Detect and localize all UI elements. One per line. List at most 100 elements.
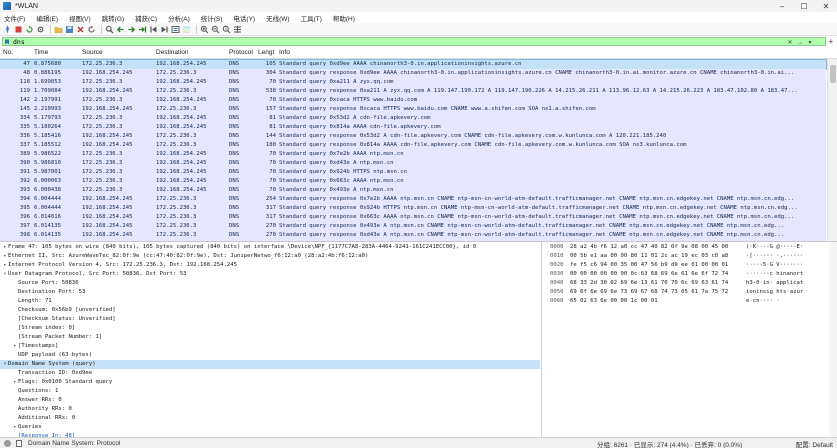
detail-tree-item[interactable]: ▸ Queries bbox=[0, 423, 540, 432]
hex-dump-row[interactable]: 0030 00 00 00 00 00 00 0c 63 68 69 6e 61 … bbox=[543, 270, 837, 279]
detail-tree-item[interactable]: ▾ User Datagram Protocol, Src Port: 50836… bbox=[0, 270, 540, 279]
bytes-scrollbar[interactable] bbox=[829, 242, 837, 437]
last-packet-icon[interactable] bbox=[160, 25, 169, 34]
capture-comment-icon[interactable] bbox=[16, 439, 22, 447]
packet-row[interactable]: 389 5.986522 172.25.236.3 192.168.254.245 DN… bbox=[0, 150, 826, 159]
hex-dump-row[interactable]: 0040 68 33 2d 30 02 69 6e 13 61 70 70 6c … bbox=[543, 279, 837, 288]
detail-tree-item[interactable]: ▾ Domain Name System (query) bbox=[0, 360, 540, 369]
find-packet-icon[interactable] bbox=[105, 25, 114, 34]
packet-row[interactable]: 334 5.179793 172.25.236.3 192.168.254.245 DN… bbox=[0, 114, 826, 123]
packet-row[interactable]: 336 5.185416 192.168.254.245 172.25.236.3 DN… bbox=[0, 132, 826, 141]
zoom-out-icon[interactable] bbox=[211, 25, 220, 34]
menu-capture[interactable]: 捕获(C) bbox=[135, 13, 157, 23]
display-filter-input[interactable]: dns ✕ → ▾ bbox=[2, 37, 826, 46]
column-header-destination[interactable]: Destination bbox=[156, 49, 189, 56]
filter-history-dropdown-icon[interactable]: ▾ bbox=[806, 39, 814, 46]
detail-tree-item[interactable]: ▸ Internet Protocol Version 4, Src: 172.2… bbox=[0, 261, 540, 270]
packet-row[interactable]: 142 2.197991 172.25.236.3 192.168.254.245 DN… bbox=[0, 96, 826, 105]
detail-tree-item[interactable]: Source Port: 50836 bbox=[0, 279, 540, 288]
column-header-time[interactable]: Time bbox=[34, 49, 48, 56]
detail-tree-item[interactable]: [Checksum Status: Unverified] bbox=[0, 315, 540, 324]
zoom-reset-icon[interactable]: 1 bbox=[222, 25, 231, 34]
restart-capture-icon[interactable] bbox=[25, 25, 34, 34]
maximize-button[interactable]: ☐ bbox=[793, 0, 815, 12]
hex-dump-row[interactable]: 0020 fe f5 c6 94 00 35 00 47 56 b9 d9 ee … bbox=[543, 261, 837, 270]
menu-wireless[interactable]: 无线(W) bbox=[266, 13, 289, 23]
column-header-source[interactable]: Source bbox=[82, 49, 103, 56]
detail-tree-item[interactable]: Additional RRs: 0 bbox=[0, 414, 540, 423]
packet-row[interactable]: 48 0.886195 192.168.254.245 172.25.236.3 DNS… bbox=[0, 69, 826, 78]
profile-selector[interactable]: 配置: Default bbox=[796, 439, 833, 448]
add-filter-button[interactable]: + bbox=[827, 37, 835, 46]
detail-tree-item[interactable]: Length: 71 bbox=[0, 297, 540, 306]
packet-list-scrollbar[interactable] bbox=[827, 59, 837, 241]
menu-tools[interactable]: 工具(T) bbox=[301, 13, 322, 23]
packet-row[interactable]: 47 0.875680 172.25.236.3 192.168.254.245 DNS… bbox=[0, 59, 827, 70]
packet-row[interactable]: 398 6.014135 192.168.254.245 172.25.236.3 DN… bbox=[0, 231, 826, 240]
column-header-length[interactable]: Lengt bbox=[258, 49, 274, 56]
detail-tree-item[interactable]: Authority RRs: 0 bbox=[0, 405, 540, 414]
menu-file[interactable]: 文件(F) bbox=[4, 13, 25, 23]
hex-dump-row[interactable]: 0000 28 a2 4b f6 12 a0 cc 47 40 82 0f 9e … bbox=[543, 243, 837, 252]
go-to-packet-icon[interactable] bbox=[138, 25, 147, 34]
apply-filter-icon[interactable]: → bbox=[796, 39, 804, 46]
resize-columns-icon[interactable] bbox=[233, 25, 242, 34]
packet-row[interactable]: 145 2.210993 192.168.254.245 172.25.236.3 DN… bbox=[0, 105, 826, 114]
detail-tree-item[interactable]: Questions: 1 bbox=[0, 387, 540, 396]
start-capture-icon[interactable] bbox=[3, 25, 12, 34]
detail-tree-item[interactable]: [Stream index: 0] bbox=[0, 324, 540, 333]
packet-row[interactable]: 119 1.709084 192.168.254.245 172.25.236.3 DN… bbox=[0, 87, 826, 96]
menu-go[interactable]: 跳转(G) bbox=[102, 13, 124, 23]
hex-dump-row[interactable]: 0060 65 02 63 6e 00 00 1c 00 01 e·cn···· · bbox=[543, 297, 837, 306]
minimize-button[interactable]: – bbox=[771, 0, 793, 12]
menu-help[interactable]: 帮助(H) bbox=[333, 13, 355, 23]
packet-row[interactable]: 396 6.014016 192.168.254.245 172.25.236.3 DN… bbox=[0, 213, 826, 222]
column-header-info[interactable]: Info bbox=[279, 49, 290, 56]
packet-row[interactable]: 118 1.699053 172.25.236.3 192.168.254.245 DN… bbox=[0, 78, 826, 87]
zoom-in-icon[interactable] bbox=[200, 25, 209, 34]
menu-edit[interactable]: 编辑(E) bbox=[36, 13, 58, 23]
expert-info-icon[interactable] bbox=[4, 439, 11, 447]
stop-capture-icon[interactable] bbox=[14, 25, 23, 34]
packet-row[interactable]: 395 6.004444 192.168.254.245 172.25.236.3 DN… bbox=[0, 204, 826, 213]
save-file-icon[interactable] bbox=[65, 25, 74, 34]
packet-row[interactable]: 335 5.180264 172.25.236.3 192.168.254.245 DN… bbox=[0, 123, 826, 132]
packet-row[interactable]: 392 6.000063 172.25.236.3 192.168.254.245 DN… bbox=[0, 177, 826, 186]
detail-tree-item[interactable]: ▸ Frame 47: 105 bytes on wire (840 bits),… bbox=[0, 243, 540, 252]
reload-icon[interactable] bbox=[87, 25, 96, 34]
column-header-no[interactable]: No. bbox=[3, 49, 13, 56]
hex-dump-row[interactable]: 0010 00 5b e1 aa 00 00 80 11 01 2c ac 19 … bbox=[543, 252, 837, 261]
clear-filter-icon[interactable]: ✕ bbox=[786, 39, 794, 46]
detail-tree-item[interactable]: ▸ Ethernet II, Src: AzureWaveTec_82:0f:9e… bbox=[0, 252, 540, 261]
detail-tree-item[interactable]: Destination Port: 53 bbox=[0, 288, 540, 297]
detail-tree-item[interactable]: Checksum: 0x56b9 [unverified] bbox=[0, 306, 540, 315]
menu-analyze[interactable]: 分析(A) bbox=[168, 13, 190, 23]
hex-dump-row[interactable]: 0050 69 6f 6e 69 6e 73 69 67 68 74 73 05 … bbox=[543, 288, 837, 297]
go-forward-icon[interactable] bbox=[127, 25, 136, 34]
open-file-icon[interactable] bbox=[54, 25, 63, 34]
detail-tree-item[interactable]: ▸ Flags: 0x0100 Standard query bbox=[0, 378, 540, 387]
packet-row[interactable]: 390 5.986810 172.25.236.3 192.168.254.245 DN… bbox=[0, 159, 826, 168]
detail-tree-item[interactable]: [Stream Packet Number: 1] bbox=[0, 333, 540, 342]
menu-view[interactable]: 视图(V) bbox=[69, 13, 91, 23]
first-packet-icon[interactable] bbox=[149, 25, 158, 34]
column-header-protocol[interactable]: Protocol bbox=[229, 49, 253, 56]
bookmark-icon[interactable] bbox=[4, 39, 10, 45]
detail-tree-item[interactable]: UDP payload (63 bytes) bbox=[0, 351, 540, 360]
scrollbar-thumb[interactable] bbox=[830, 65, 836, 83]
menu-telephony[interactable]: 电话(Y) bbox=[233, 13, 255, 23]
detail-tree-item[interactable]: ▸ [Timestamps] bbox=[0, 342, 540, 351]
packet-row[interactable]: 397 6.014135 192.168.254.245 172.25.236.3 DN… bbox=[0, 222, 826, 231]
packet-row[interactable]: 393 6.000438 172.25.236.3 192.168.254.245 DN… bbox=[0, 186, 826, 195]
colorize-icon[interactable] bbox=[182, 25, 191, 34]
go-back-icon[interactable] bbox=[116, 25, 125, 34]
detail-tree-item[interactable]: Transaction ID: 0xd9ee bbox=[0, 369, 540, 378]
detail-tree-item[interactable]: Answer RRs: 0 bbox=[0, 396, 540, 405]
packet-row[interactable]: 337 5.185512 192.168.254.245 172.25.236.3 DN… bbox=[0, 141, 826, 150]
packet-row[interactable]: 394 6.004444 192.168.254.245 172.25.236.3 DN… bbox=[0, 195, 826, 204]
autoscroll-icon[interactable] bbox=[171, 25, 180, 34]
close-file-icon[interactable] bbox=[76, 25, 85, 34]
menu-statistics[interactable]: 统计(S) bbox=[201, 13, 223, 23]
close-button[interactable]: ✕ bbox=[815, 0, 837, 12]
capture-options-icon[interactable] bbox=[36, 25, 45, 34]
